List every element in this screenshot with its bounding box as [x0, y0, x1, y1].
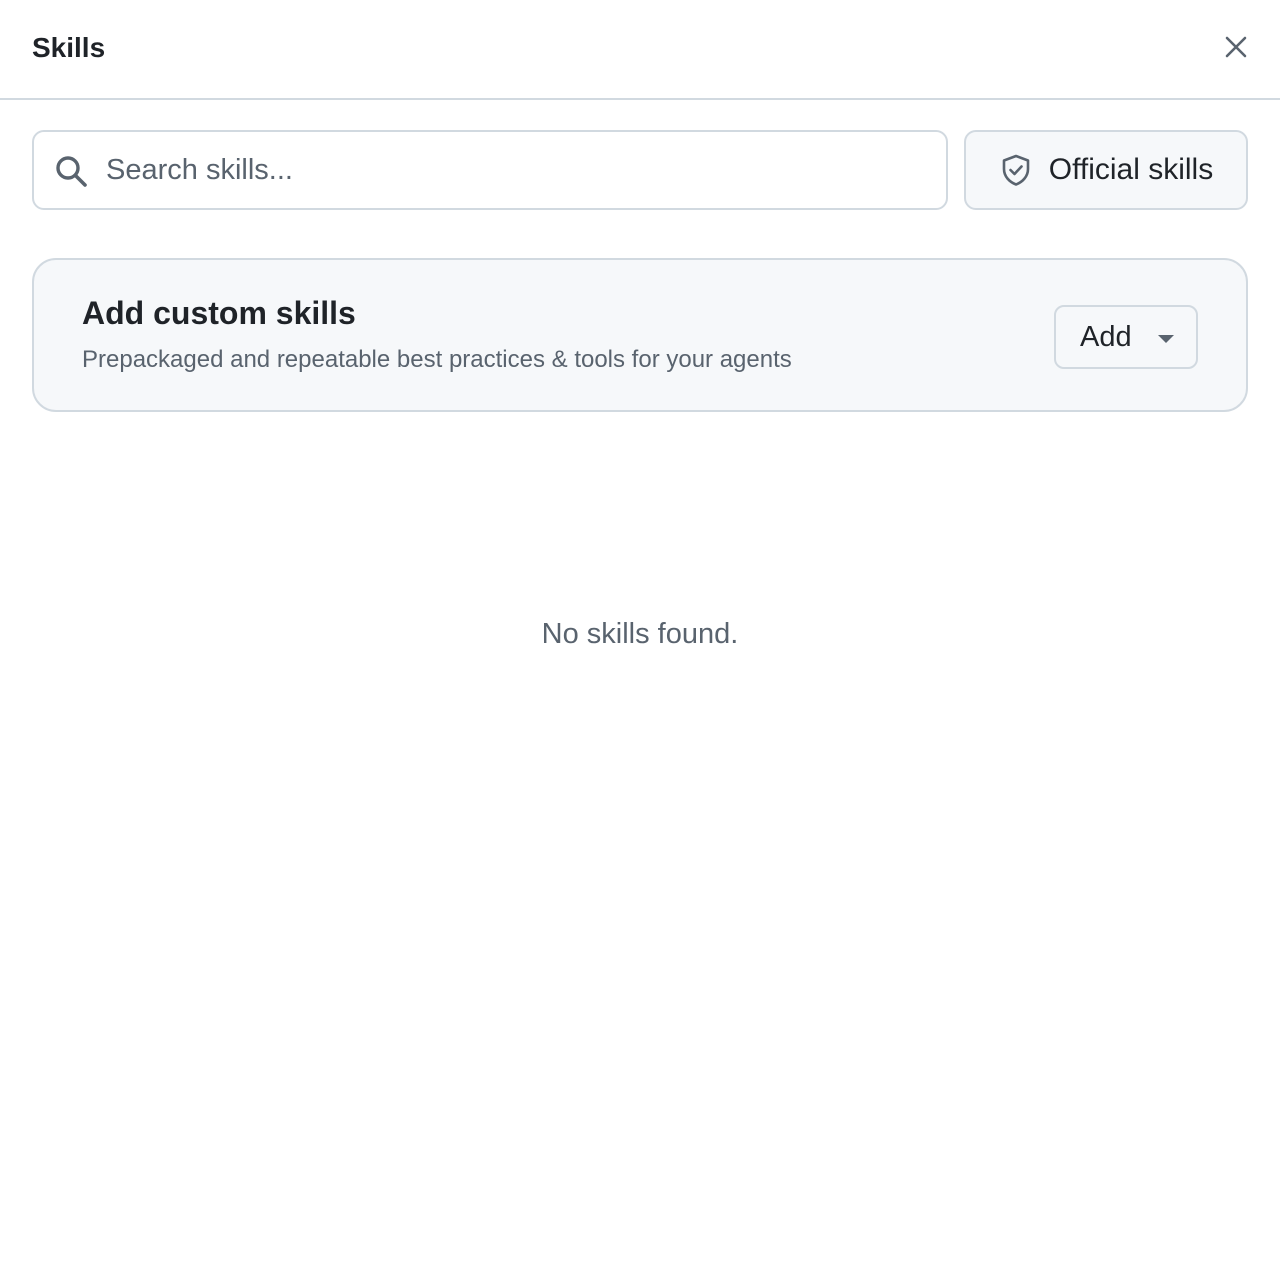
add-button-label: Add	[1080, 320, 1132, 353]
shield-check-icon	[999, 153, 1033, 187]
close-button[interactable]	[1214, 25, 1258, 69]
dialog-title: Skills	[32, 32, 106, 63]
skills-dialog: Skills Official skills	[0, 0, 1280, 1280]
chevron-down-icon	[1158, 335, 1174, 343]
dialog-header: Skills	[0, 0, 1280, 100]
toolbar: Official skills	[0, 100, 1280, 210]
add-button[interactable]: Add	[1054, 305, 1198, 369]
search-input[interactable]	[34, 132, 946, 208]
official-skills-label: Official skills	[1048, 153, 1214, 186]
card-description: Prepackaged and repeatable best practice…	[82, 345, 792, 373]
empty-state-message: No skills found.	[541, 618, 739, 650]
search-box	[32, 130, 948, 210]
search-icon	[56, 156, 87, 187]
card-title: Add custom skills	[82, 294, 356, 331]
add-custom-skills-card: Add custom skills Prepackaged and repeat…	[32, 258, 1248, 412]
close-icon	[1225, 36, 1247, 58]
official-skills-button[interactable]: Official skills	[964, 130, 1248, 210]
card-text: Add custom skills Prepackaged and repeat…	[82, 295, 792, 374]
